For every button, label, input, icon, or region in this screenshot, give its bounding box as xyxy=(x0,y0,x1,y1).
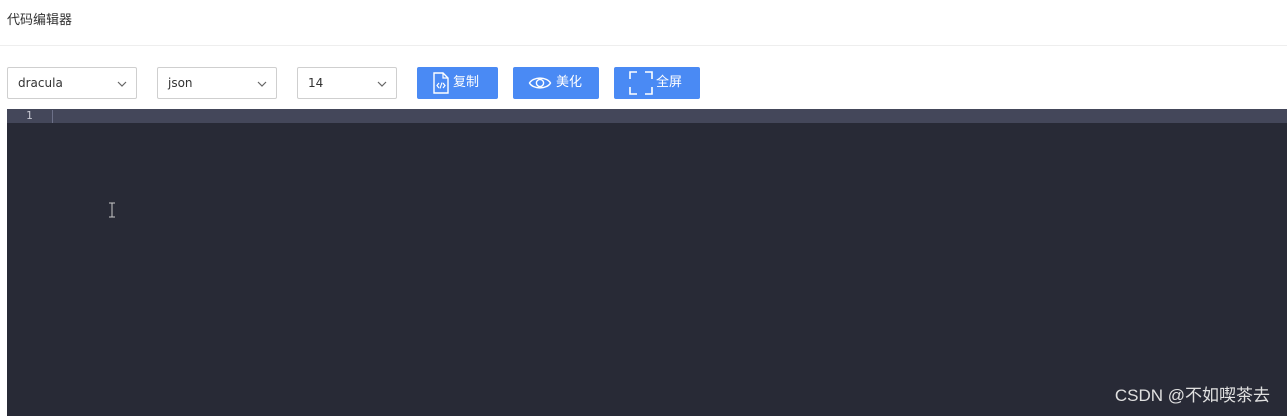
i-beam-cursor-icon xyxy=(109,202,115,218)
active-line-highlight xyxy=(7,109,1287,123)
code-file-icon xyxy=(433,72,449,94)
fontsize-select-value: 14 xyxy=(308,76,324,90)
fontsize-select[interactable]: 14 xyxy=(297,67,397,99)
theme-select-value: dracula xyxy=(18,76,63,90)
text-caret xyxy=(52,110,53,123)
chevron-down-icon xyxy=(377,81,387,87)
toolbar: dracula json 14 复制 美化 全屏 xyxy=(0,67,1287,99)
header-bar: 代码编辑器 xyxy=(0,0,1287,46)
fullscreen-icon xyxy=(629,71,653,95)
language-select[interactable]: json xyxy=(157,67,277,99)
fullscreen-button[interactable]: 全屏 xyxy=(614,67,700,99)
chevron-down-icon xyxy=(117,81,127,87)
theme-select[interactable]: dracula xyxy=(7,67,137,99)
fullscreen-button-label: 全屏 xyxy=(656,75,683,90)
chevron-down-icon xyxy=(257,81,267,87)
eye-icon xyxy=(528,77,552,89)
code-editor-area[interactable]: 1 xyxy=(7,109,1287,416)
copy-button-label: 复制 xyxy=(453,75,480,90)
code-editor-page: 代码编辑器 dracula json 14 复制 美化 全屏 1 CSDN @不… xyxy=(0,0,1287,416)
page-title: 代码编辑器 xyxy=(7,13,73,28)
beautify-button[interactable]: 美化 xyxy=(513,67,599,99)
copy-button[interactable]: 复制 xyxy=(417,67,498,99)
beautify-button-label: 美化 xyxy=(556,75,583,90)
watermark: CSDN @不如喫茶去 xyxy=(1114,386,1270,405)
language-select-value: json xyxy=(168,76,193,90)
line-number: 1 xyxy=(26,109,33,122)
